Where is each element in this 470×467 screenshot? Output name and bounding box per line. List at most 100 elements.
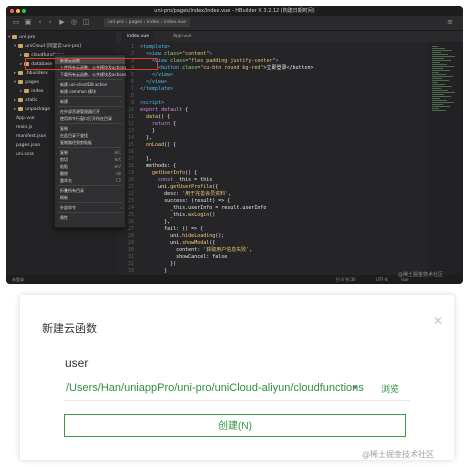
context-menu-item[interactable]: 外部命令 ›	[55, 204, 125, 211]
code-line[interactable]: 25 _this.wxLogin()	[120, 212, 215, 219]
code-line[interactable]: 29 uni.showModal({	[120, 240, 215, 247]
tree-item[interactable]: ▸ index	[6, 88, 44, 96]
tree-item[interactable]: App.vue	[6, 115, 35, 123]
context-menu-item[interactable]: 在此目录下查找	[55, 132, 125, 139]
forward-icon[interactable]: ›	[46, 18, 54, 26]
menu-item-label: 在此目录下查找	[60, 133, 88, 138]
debug-icon[interactable]: ◎	[70, 18, 78, 26]
menu-separator	[58, 212, 122, 213]
code-line[interactable]: 33 }	[120, 268, 167, 275]
code-line[interactable]: 2 <view class="content">	[120, 51, 212, 58]
context-menu-item[interactable]: 折叠所有目录	[55, 187, 125, 194]
maximize-window-icon[interactable]	[22, 9, 26, 13]
dropdown-arrow-icon[interactable]: ▾	[353, 383, 357, 392]
minimap-line	[432, 106, 450, 107]
chevron-right-icon[interactable]: ▸	[14, 71, 16, 76]
code-token: methods: {	[140, 163, 177, 169]
code-token: >	[209, 51, 213, 57]
minimize-window-icon[interactable]	[16, 9, 20, 13]
run-icon[interactable]: ▶	[58, 18, 66, 26]
chevron-down-icon[interactable]: ▾	[14, 44, 16, 49]
code-line[interactable]: 7 </template>	[120, 86, 173, 93]
code-line[interactable]: 9 <script>	[120, 100, 164, 107]
tree-item[interactable]: ▸ .hbuilderx	[6, 70, 48, 78]
code-line[interactable]: 12 return {	[120, 121, 176, 128]
code-line[interactable]: 11 data() {	[120, 114, 170, 121]
code-token: "content"	[182, 51, 210, 57]
code-line[interactable]: 19 getUserInfo() {	[120, 170, 197, 177]
folder-icon	[18, 70, 24, 75]
toolbar: ▭ ▣ ‹ › ▶ ◎ ◫ ≡	[6, 16, 463, 31]
context-menu-item[interactable]: 下载所有云函数、公共模块及actions	[55, 71, 126, 78]
close-icon[interactable]: ✕	[432, 315, 444, 327]
code-line[interactable]: 32 })	[120, 261, 176, 268]
back-icon[interactable]: ‹	[36, 18, 44, 26]
context-menu-item[interactable]: 复制 ⌘C	[55, 149, 125, 156]
context-menu-item[interactable]: 在外部资源管理器打开	[55, 108, 125, 115]
context-menu-item[interactable]: 复制路径到剪贴板	[55, 139, 125, 146]
code-line[interactable]: 21 uni.getUserProfile({	[120, 184, 218, 191]
chevron-right-icon[interactable]: ▸	[20, 89, 22, 94]
context-menu-item[interactable]: 刷新	[55, 194, 125, 201]
tree-root[interactable]: ▾ uni-pro	[6, 34, 35, 42]
save-icon[interactable]: ▣	[24, 18, 32, 26]
context-menu-item[interactable]: 属性	[55, 214, 125, 221]
chevron-down-icon[interactable]: ▾	[14, 80, 16, 85]
chevron-down-icon[interactable]: ▾	[8, 35, 10, 40]
tree-item[interactable]: ▾ uniCloud [阿里云:uni-pro]	[6, 43, 81, 51]
code-line[interactable]: 18 methods: {	[120, 163, 176, 170]
context-menu-item[interactable]: 复制	[55, 125, 125, 132]
new-file-icon[interactable]: ▭	[12, 18, 20, 26]
tree-item[interactable]: uni.scss	[6, 151, 34, 159]
chevron-right-icon[interactable]: ▸	[14, 98, 16, 103]
tab-app-vue[interactable]: App.vue	[168, 31, 197, 42]
code-line[interactable]: 27 fail: () => {	[120, 226, 203, 233]
status-encoding[interactable]: UTF-8	[376, 275, 388, 284]
minimap-line	[432, 62, 440, 63]
context-menu-item[interactable]: 新建 uni-clientDB action	[55, 81, 125, 88]
code-line[interactable]: 22 desc: '用于完善会员资料',	[120, 191, 231, 198]
chevron-right-icon[interactable]: ▸	[20, 53, 22, 58]
code-line[interactable]: 6 </view>	[120, 79, 167, 86]
code-line[interactable]: 20 const _this = this	[120, 177, 212, 184]
code-line[interactable]: 10 export default {	[120, 107, 188, 114]
code-line[interactable]: 26 },	[120, 219, 170, 226]
breadcrumb[interactable]: uni-pro › pages › index › index.vue	[104, 18, 190, 27]
browse-link[interactable]: 浏览	[381, 382, 399, 395]
tree-item[interactable]: ▸ static	[6, 97, 38, 105]
directory-path[interactable]: /Users/Han/uniappPro/uni-pro/uniCloud-al…	[66, 382, 364, 394]
tree-item[interactable]: ▾ pages	[6, 79, 39, 87]
tree-item[interactable]: main.js	[6, 124, 32, 132]
context-menu-item[interactable]: 删除 ⌫	[55, 170, 125, 177]
code-line[interactable]: 1 <template>	[120, 44, 170, 51]
context-menu-item[interactable]: 重命名 F2	[55, 177, 125, 184]
tab-index-vue[interactable]: index.vue	[122, 31, 155, 42]
highlight-box	[25, 58, 158, 70]
code-editor[interactable]: 1 <template> 2 <view class="content"> 3 <vi…	[116, 42, 428, 275]
create-button[interactable]: 创建(N)	[64, 414, 406, 437]
code-line[interactable]: 5 </view>	[120, 72, 173, 79]
context-menu-item[interactable]: 剪切 ⌘X	[55, 156, 125, 163]
context-menu-item[interactable]: 新建 common 模块	[55, 88, 125, 95]
code-line[interactable]: 30 content: '获取用户信息失败',	[120, 247, 252, 254]
tree-item[interactable]: ▸ unpackage	[6, 106, 50, 114]
tree-item[interactable]: pages.json	[6, 142, 40, 150]
chevron-right-icon[interactable]: ▸	[20, 62, 22, 67]
code-line[interactable]: 23 success: (result) => {	[120, 198, 230, 205]
code-line[interactable]: 28 uni.hideLoading();	[120, 233, 224, 240]
context-menu-item[interactable]: 使用命令行窗口打开所在目录	[55, 115, 125, 122]
code-line[interactable]: 15 onLoad() {	[120, 142, 176, 149]
code-line[interactable]: 31 showCancel: false	[120, 254, 227, 261]
preview-icon[interactable]: ◫	[82, 18, 90, 26]
status-login[interactable]: 未登录	[12, 275, 24, 284]
context-menu-item[interactable]: 新建 ›	[55, 98, 125, 105]
code-token: {	[173, 121, 177, 127]
context-menu-item[interactable]: 粘贴 ⌘V	[55, 163, 125, 170]
chevron-right-icon[interactable]: ▸	[14, 107, 16, 112]
menu-icon[interactable]: ≡	[446, 18, 454, 26]
code-line[interactable]: 24 _this.userInfo = result.userInfo	[120, 205, 266, 212]
function-name-input[interactable]	[65, 353, 365, 373]
tree-item[interactable]: manifest.json	[6, 133, 46, 141]
close-window-icon[interactable]	[10, 9, 14, 13]
minimap[interactable]	[428, 42, 463, 275]
